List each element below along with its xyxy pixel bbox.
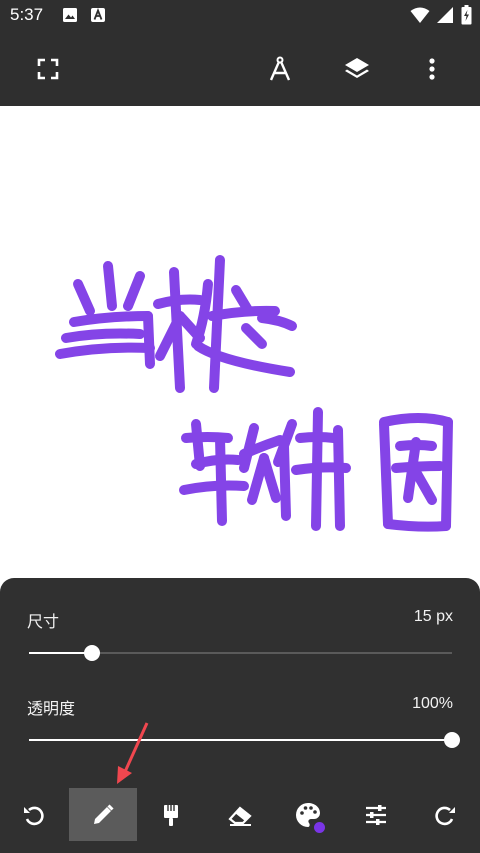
brush-icon — [164, 804, 178, 826]
pencil-tool-button[interactable] — [69, 788, 137, 841]
app-notification-icon — [91, 8, 105, 22]
brush-settings-panel: 尺寸 15 px 透明度 100% — [0, 578, 480, 853]
color-palette-button[interactable] — [274, 788, 342, 841]
tool-bar — [0, 788, 480, 843]
cellular-signal-icon — [437, 7, 453, 23]
opacity-slider-fill — [29, 739, 452, 741]
size-slider-thumb[interactable] — [84, 645, 101, 661]
opacity-label: 透明度 — [27, 699, 76, 718]
image-icon — [63, 8, 77, 22]
current-color-swatch — [314, 822, 325, 833]
ruler-compass-icon[interactable] — [265, 54, 295, 84]
top-toolbar — [0, 32, 480, 106]
undo-button[interactable] — [0, 788, 68, 841]
status-bar: 5:37 — [0, 0, 480, 32]
redo-button[interactable] — [411, 788, 479, 841]
adjust-icon — [366, 804, 386, 825]
opacity-slider-thumb[interactable] — [444, 732, 460, 748]
battery-icon — [461, 5, 472, 25]
size-slider-fill — [29, 652, 93, 654]
eraser-icon — [228, 805, 252, 826]
brush-tool-button[interactable] — [137, 788, 205, 841]
undo-icon — [24, 806, 44, 825]
eraser-tool-button[interactable] — [206, 788, 274, 841]
handwriting-strokes — [55, 255, 453, 532]
more-vert-icon[interactable] — [417, 54, 447, 84]
size-label: 尺寸 — [27, 612, 60, 631]
opacity-slider[interactable] — [29, 732, 460, 748]
status-time: 5:37 — [10, 5, 44, 24]
redo-icon — [435, 806, 455, 825]
fullscreen-icon[interactable] — [33, 54, 63, 84]
adjust-button[interactable] — [342, 788, 410, 841]
pencil-icon — [94, 803, 114, 824]
layers-icon[interactable] — [342, 54, 372, 84]
size-value: 15 px — [413, 608, 453, 625]
opacity-value: 100% — [412, 695, 453, 712]
wifi-icon — [410, 7, 430, 23]
size-slider[interactable] — [29, 645, 452, 661]
